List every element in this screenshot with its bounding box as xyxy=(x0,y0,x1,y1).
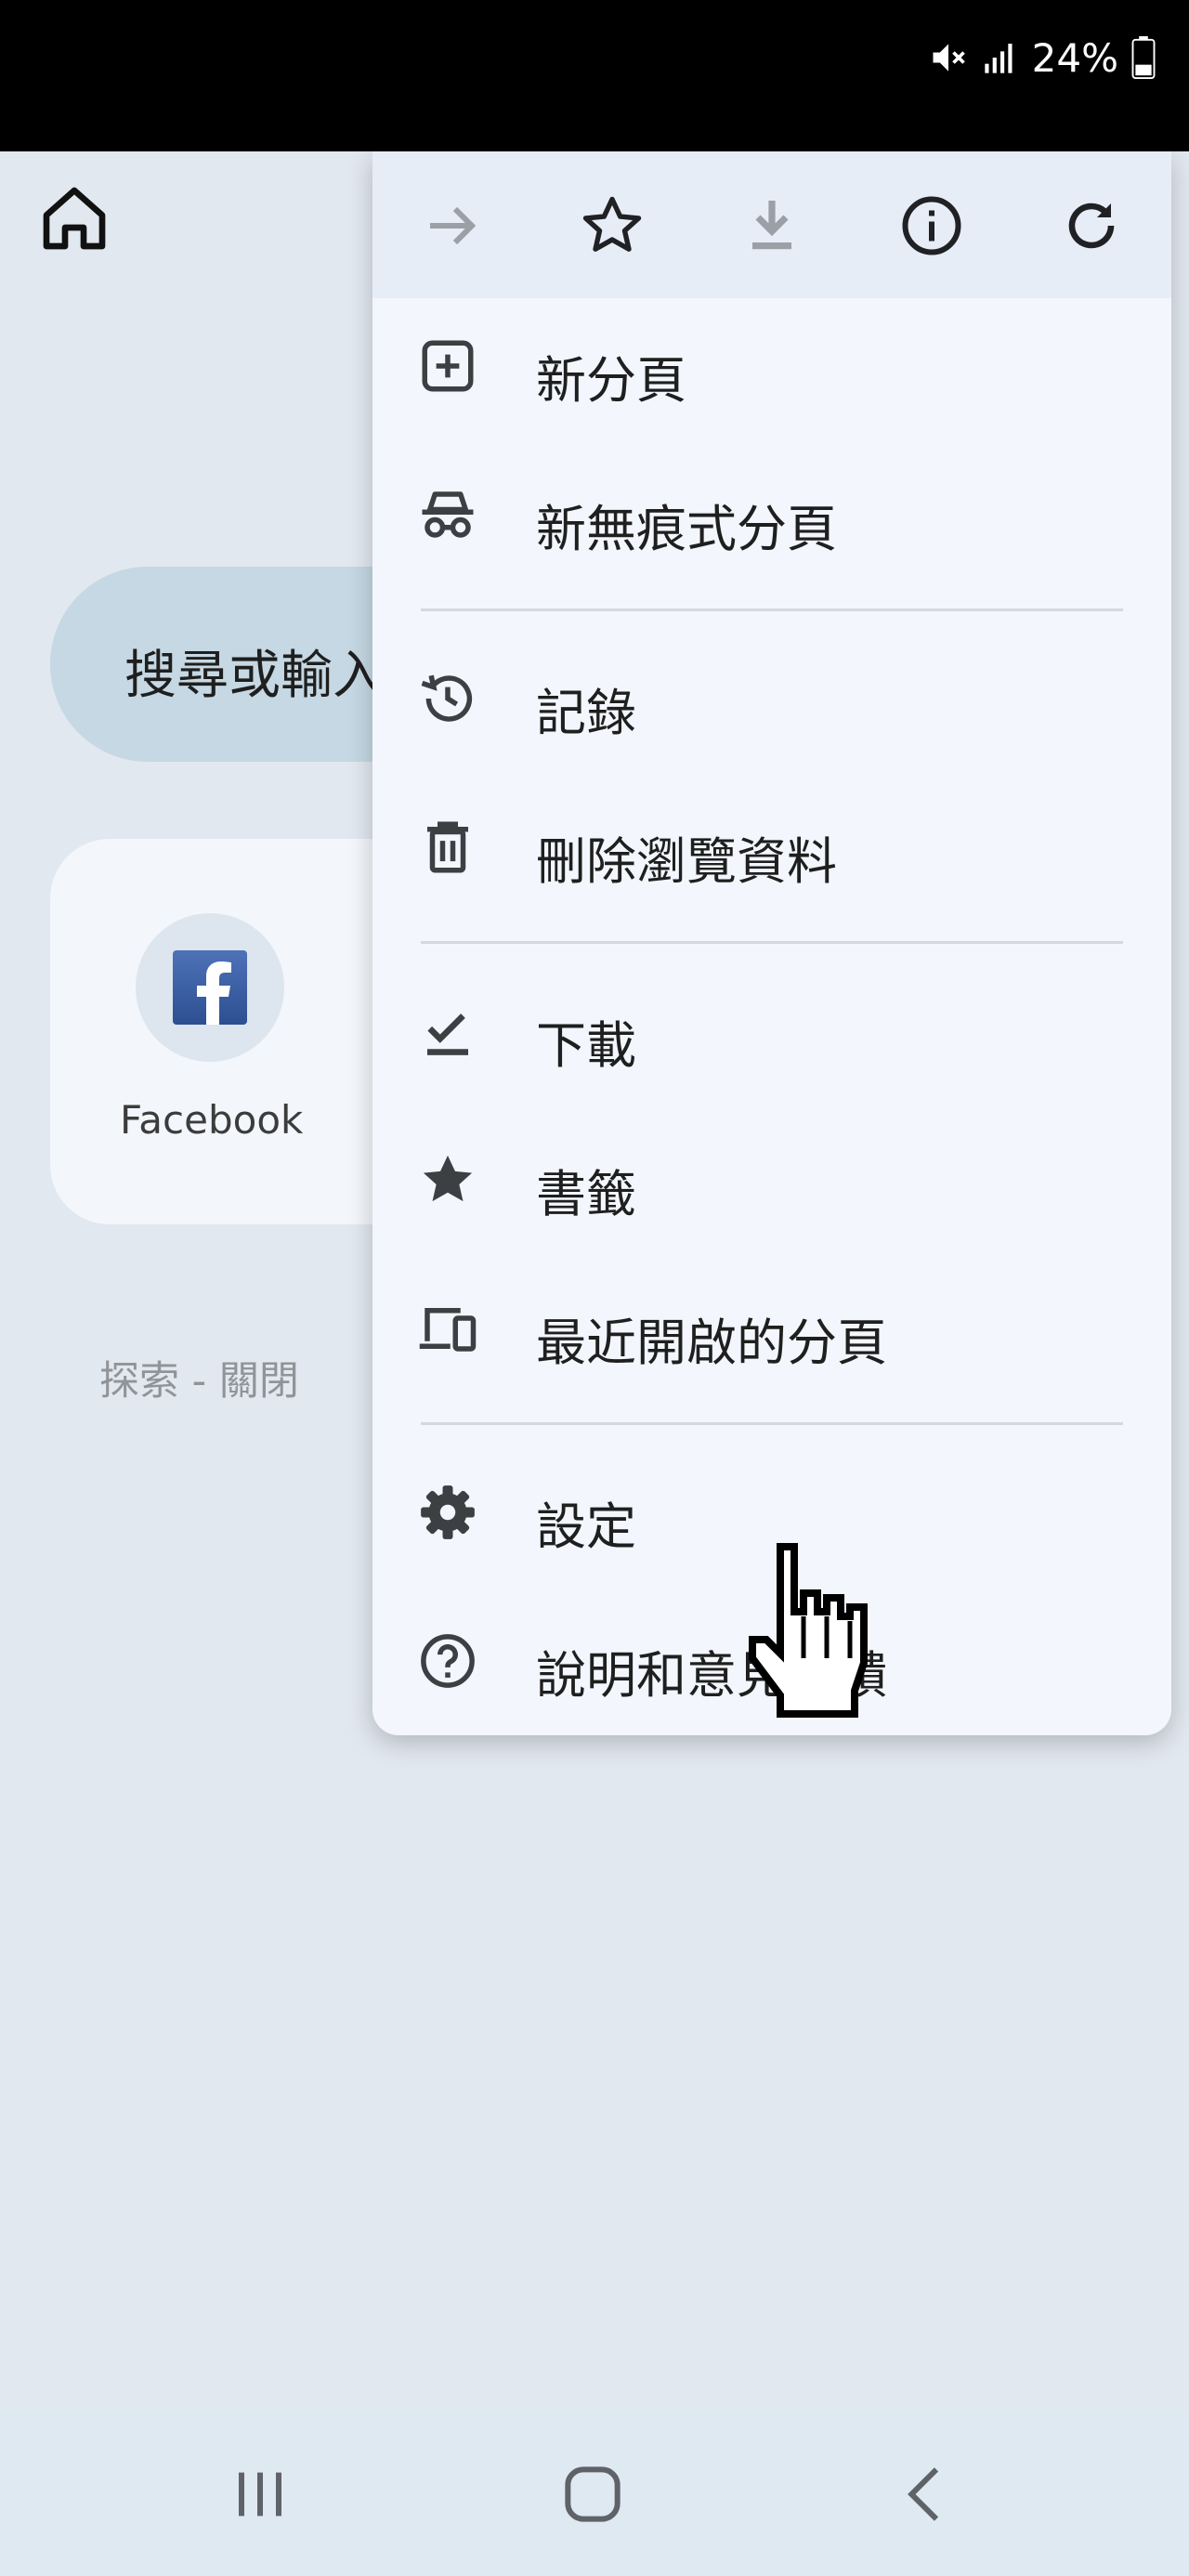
forward-icon[interactable] xyxy=(419,192,486,259)
shortcut-facebook[interactable] xyxy=(136,913,284,1062)
menu-item-recent-tabs[interactable]: 最近開啟的分頁 xyxy=(372,1261,1171,1391)
shortcut-label: Facebook xyxy=(120,1097,304,1143)
back-icon[interactable] xyxy=(890,2457,964,2531)
menu-item-new-tab[interactable]: 新分頁 xyxy=(372,298,1171,428)
menu-toolbar xyxy=(372,151,1171,298)
home-nav-icon[interactable] xyxy=(555,2457,630,2531)
recent-apps-icon[interactable] xyxy=(223,2457,297,2531)
incognito-icon xyxy=(422,491,474,538)
status-bar: 24% xyxy=(0,0,1189,151)
menu-item-downloads[interactable]: 下載 xyxy=(372,963,1171,1093)
settings-icon xyxy=(421,1485,475,1539)
menu-item-label: 書籤 xyxy=(536,1165,636,1223)
menu-item-clear-browsing-data[interactable]: 刪除瀏覽資料 xyxy=(372,779,1171,909)
status-icons: 24% xyxy=(928,28,1156,87)
menu-item-history[interactable]: 記錄 xyxy=(372,631,1171,761)
menu-item-label: 新分頁 xyxy=(536,351,686,410)
hand-cursor-icon xyxy=(749,1543,868,1718)
home-icon[interactable] xyxy=(37,181,111,255)
info-icon[interactable] xyxy=(898,192,965,259)
menu-item-label: 新無痕式分頁 xyxy=(536,500,837,558)
search-placeholder: 搜尋或輸入 xyxy=(124,646,385,706)
menu-divider xyxy=(421,1422,1123,1425)
menu-item-bookmarks[interactable]: 書籤 xyxy=(372,1112,1171,1242)
system-nav-bar xyxy=(0,2406,1189,2576)
app-menu: 新分頁 新無痕式分頁 記錄 刪除瀏覽資料 下載 書籤 最近開啟的分頁 設定 說明… xyxy=(372,151,1171,1735)
bookmarks-icon xyxy=(423,1155,473,1202)
menu-item-incognito[interactable]: 新無痕式分頁 xyxy=(372,447,1171,577)
recent-tabs-icon xyxy=(419,1308,477,1352)
menu-item-label: 最近開啟的分頁 xyxy=(536,1314,887,1372)
menu-item-label: 刪除瀏覽資料 xyxy=(536,832,837,891)
mute-icon xyxy=(933,44,965,72)
download-icon[interactable] xyxy=(738,192,805,259)
new-tab-icon xyxy=(422,340,474,392)
menu-divider xyxy=(421,608,1123,611)
menu-item-label: 記錄 xyxy=(536,684,636,742)
help-icon xyxy=(421,1634,475,1688)
trash-icon xyxy=(427,821,468,873)
downloads-icon xyxy=(427,1013,468,1055)
history-icon xyxy=(421,674,473,722)
reload-icon[interactable] xyxy=(1058,192,1125,259)
discover-toggle[interactable]: 探索 - 關閉 xyxy=(99,1349,299,1406)
facebook-icon xyxy=(173,950,247,1025)
bookmark-star-icon[interactable] xyxy=(579,192,646,259)
menu-divider xyxy=(421,941,1123,944)
menu-item-label: 設定 xyxy=(536,1497,636,1556)
battery-percent: 24% xyxy=(1031,34,1118,81)
menu-item-label: 下載 xyxy=(536,1016,636,1075)
battery-icon xyxy=(1131,36,1156,79)
signal-icon xyxy=(984,44,1013,73)
